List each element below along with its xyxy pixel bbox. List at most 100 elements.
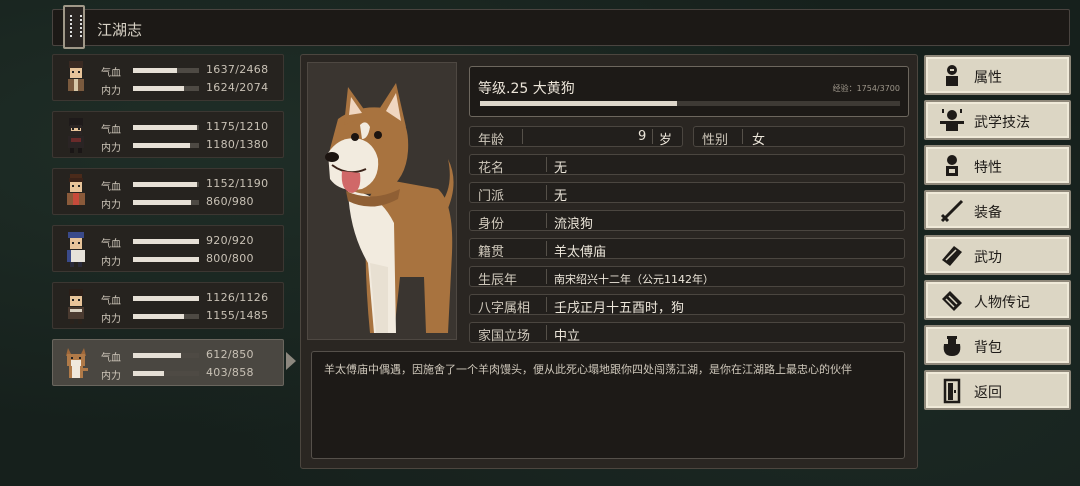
menu-button-martial-skills[interactable]: 武学技法 (924, 100, 1071, 140)
character-avatar-icon (68, 289, 84, 324)
mp-value: 1155/1485 (206, 309, 269, 322)
mp-bar (133, 371, 199, 376)
hp-label: 气血 (101, 239, 121, 250)
field-value: 流浪狗 (554, 217, 594, 232)
mp-bar (133, 257, 199, 262)
dog-avatar-icon (66, 348, 88, 378)
hp-value: 1126/1126 (206, 291, 269, 304)
field-label: 籍贯 (478, 245, 505, 260)
menu-label: 武功 (974, 250, 1002, 266)
info-row-nickname: 花名 无 (469, 154, 905, 176)
hp-bar (133, 296, 199, 301)
hp-bar (133, 353, 199, 358)
dog-portrait-image (325, 83, 454, 333)
hp-value: 612/850 (206, 348, 254, 361)
mp-value: 1180/1380 (206, 138, 269, 151)
mp-bar (133, 200, 199, 205)
character-portrait (307, 62, 457, 340)
party-member-3[interactable]: 气血 1152/1190 内力 860/980 (52, 168, 284, 215)
biography-icon (942, 291, 962, 311)
exp-bar (480, 101, 900, 106)
door-icon (943, 378, 961, 404)
mp-bar (133, 314, 199, 319)
character-description: 羊太傅庙中偶遇，因施舍了一个羊肉馒头，便从此死心塌地跟你四处闯荡江湖，是你在江湖… (324, 363, 852, 376)
hp-value: 1175/1210 (206, 120, 269, 133)
info-row-sect: 门派 无 (469, 182, 905, 204)
menu-button-equipment[interactable]: 装备 (924, 190, 1071, 230)
mp-value: 1624/2074 (206, 81, 269, 94)
field-label: 花名 (478, 161, 505, 176)
trait-icon (946, 155, 958, 176)
field-value: 中立 (554, 329, 581, 344)
sword-icon (940, 199, 964, 223)
menu-label: 属性 (974, 70, 1002, 86)
info-row-identity: 身份 流浪狗 (469, 210, 905, 232)
party-member-1[interactable]: 气血 1637/2468 内力 1624/2074 (52, 54, 284, 101)
party-member-4[interactable]: 气血 920/920 内力 800/800 (52, 225, 284, 272)
field-label: 生辰年 (478, 273, 518, 288)
mp-value: 800/800 (206, 252, 254, 265)
party-member-2[interactable]: 气血 1175/1210 内力 1180/1380 (52, 111, 284, 158)
mp-label: 内力 (101, 257, 121, 268)
hp-value: 1637/2468 (206, 63, 269, 76)
character-avatar-icon (68, 61, 84, 96)
menu-label: 人物传记 (974, 295, 1030, 311)
info-row-allegiance: 家国立场 中立 (469, 322, 905, 344)
hp-label: 气血 (101, 68, 121, 79)
level-panel: 等级.25 大黄狗 经验：1754/3700 (469, 66, 909, 117)
hp-label: 气血 (101, 296, 121, 307)
mp-label: 内力 (101, 314, 121, 325)
character-avatar-icon (67, 232, 85, 267)
menu-label: 武学技法 (974, 115, 1030, 131)
menu-label: 返回 (974, 385, 1002, 401)
field-value: 羊太傅庙 (554, 245, 607, 260)
menu-button-back[interactable]: 返回 (924, 370, 1071, 410)
hp-bar (133, 68, 199, 73)
menu-button-biography[interactable]: 人物传记 (924, 280, 1071, 320)
menu-label: 特性 (974, 160, 1002, 176)
gender-row: 性别 女 (693, 126, 905, 148)
menu-button-traits[interactable]: 特性 (924, 145, 1071, 185)
menu-button-inventory[interactable]: 背包 (924, 325, 1071, 365)
mp-value: 403/858 (206, 366, 254, 379)
hp-label: 气血 (101, 353, 121, 364)
mp-label: 内力 (101, 200, 121, 211)
martial-skill-icon (940, 109, 964, 131)
character-description-box: 羊太傅庙中偶遇，因施舍了一个羊肉馒头，便从此死心塌地跟你四处闯荡江湖，是你在江湖… (311, 351, 905, 459)
age-unit: 岁 (659, 133, 673, 148)
info-row-birth-year: 生辰年 南宋绍兴十二年（公元1142年） (469, 266, 905, 288)
field-value: 南宋绍兴十二年（公元1142年） (554, 273, 714, 286)
mp-label: 内力 (101, 371, 121, 382)
field-value: 无 (554, 161, 568, 176)
hp-value: 920/920 (206, 234, 254, 247)
hp-label: 气血 (101, 182, 121, 193)
hp-bar (133, 125, 199, 130)
hp-value: 1152/1190 (206, 177, 269, 190)
party-member-5[interactable]: 气血 1126/1126 内力 1155/1485 (52, 282, 284, 329)
hp-bar (133, 182, 199, 187)
age-row: 年龄 9 岁 (469, 126, 683, 148)
gender-value: 女 (752, 133, 766, 148)
title-bar: 江湖志 (52, 5, 1070, 49)
field-label: 身份 (478, 217, 505, 232)
menu-button-attributes[interactable]: 属性 (924, 55, 1071, 95)
field-value: 壬戌正月十五酉时，狗 (554, 301, 685, 316)
field-label: 门派 (478, 189, 505, 204)
menu-label: 装备 (974, 205, 1002, 221)
journal-book-icon (63, 5, 85, 49)
book-icon (942, 246, 962, 266)
mp-label: 内力 (101, 143, 121, 154)
field-label: 家国立场 (478, 329, 531, 344)
character-avatar-icon (67, 174, 85, 210)
menu-button-kungfu[interactable]: 武功 (924, 235, 1071, 275)
bag-icon (943, 336, 961, 356)
mp-label: 内力 (101, 86, 121, 97)
page-title: 江湖志 (97, 21, 143, 39)
menu-label: 背包 (974, 340, 1002, 356)
age-label: 年龄 (478, 133, 505, 148)
party-member-6-selected[interactable]: 气血 612/850 内力 403/858 (52, 339, 284, 386)
exp-text: 经验：1754/3700 (832, 84, 900, 93)
age-value: 9 (638, 129, 647, 144)
info-row-horoscope: 八字属相 壬戌正月十五酉时，狗 (469, 294, 905, 316)
mp-bar (133, 86, 199, 91)
